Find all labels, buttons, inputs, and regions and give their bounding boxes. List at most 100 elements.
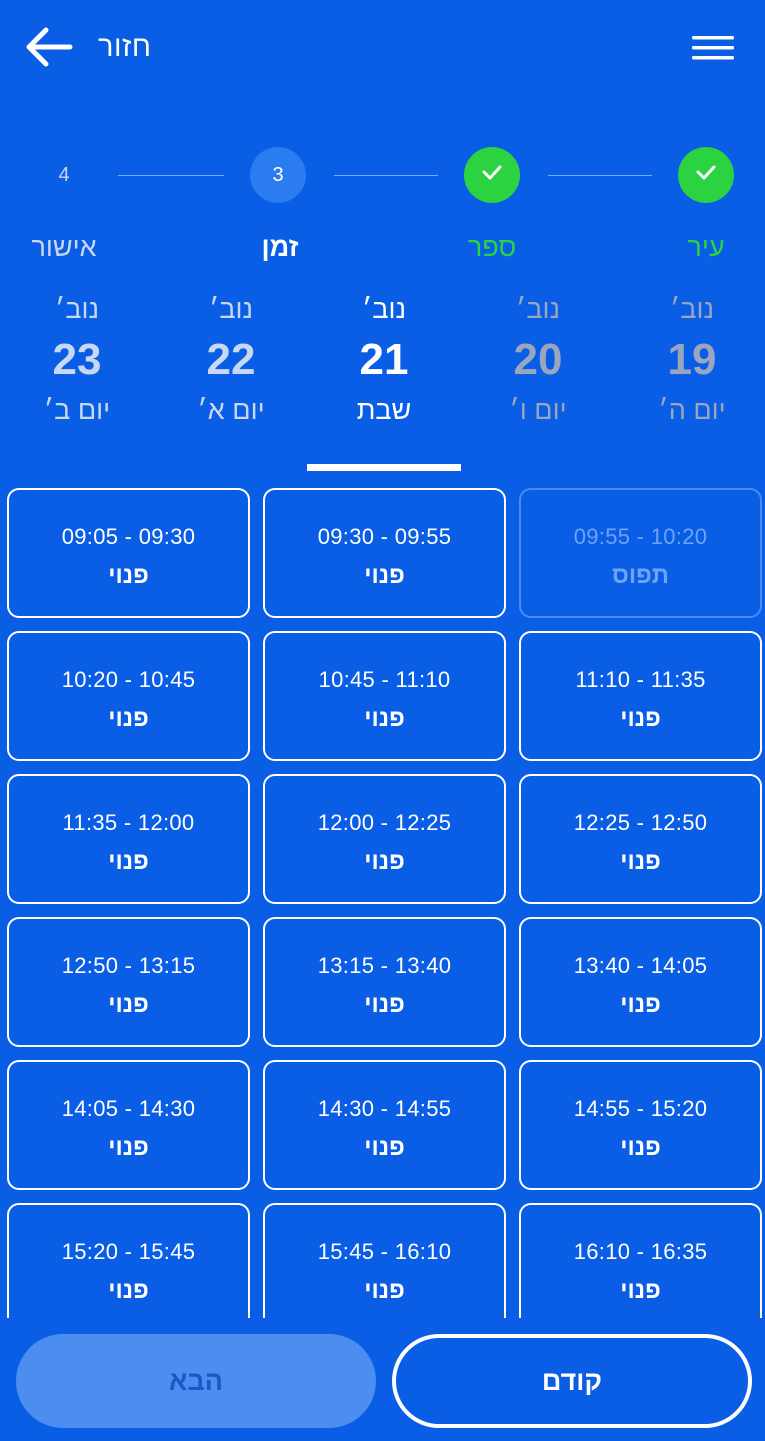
step-3-number: 3 — [272, 163, 284, 186]
step-label-confirm: אישור — [31, 232, 97, 262]
time-slot-range: 13:40 - 14:05 — [573, 953, 708, 978]
time-slot[interactable]: 12:25 - 12:50 פנוי — [519, 774, 762, 904]
step-4-number: 4 — [58, 163, 70, 186]
time-slot-range: 14:05 - 14:30 — [61, 1096, 196, 1121]
time-slot[interactable]: 14:55 - 15:20 פנוי — [519, 1060, 762, 1190]
selected-day-indicator — [307, 464, 461, 471]
step-connector — [548, 175, 652, 176]
time-slot[interactable]: 11:35 - 12:00 פנוי — [7, 774, 250, 904]
time-slot-range: 11:10 - 11:35 — [575, 667, 706, 692]
day-number: 19 — [667, 335, 717, 384]
previous-button[interactable]: קודם — [392, 1334, 752, 1428]
time-slot[interactable]: 10:45 - 11:10 פנוי — [263, 631, 506, 761]
day-name: שבת — [356, 395, 412, 425]
time-slot-grid[interactable]: 09:05 - 09:30 פנוי 09:30 - 09:55 פנוי 09:55 … — [0, 486, 765, 1318]
check-icon — [692, 158, 720, 192]
time-slot[interactable]: 14:05 - 14:30 פנוי — [7, 1060, 250, 1190]
time-slot-status: פנוי — [364, 562, 405, 589]
app-screen: חזור 4 3 אישור זמן ספר עיר נוב׳ 23 יום ב… — [0, 0, 765, 1441]
time-slot[interactable]: 11:10 - 11:35 פנוי — [519, 631, 762, 761]
day-month: נוב׳ — [669, 294, 715, 324]
back-button[interactable]: חזור — [22, 22, 152, 72]
day-tab-22[interactable]: נוב׳ 22 יום א׳ — [161, 290, 301, 470]
day-name: יום ה׳ — [658, 395, 726, 425]
time-slot-status: פנוי — [108, 1277, 149, 1304]
time-slot[interactable]: 09:05 - 09:30 פנוי — [7, 488, 250, 618]
time-slot-status: פנוי — [620, 705, 661, 732]
time-slot-status: פנוי — [108, 991, 149, 1018]
time-slot-status: פנוי — [364, 705, 405, 732]
time-slot-range: 09:55 - 10:20 — [573, 524, 708, 549]
time-slot-range: 12:00 - 12:25 — [317, 810, 452, 835]
time-slot[interactable]: 12:50 - 13:15 פנוי — [7, 917, 250, 1047]
time-slot-status: פנוי — [620, 848, 661, 875]
day-name: יום ו׳ — [509, 395, 567, 425]
time-slot[interactable]: 13:15 - 13:40 פנוי — [263, 917, 506, 1047]
day-number: 23 — [52, 335, 102, 384]
step-label-time: זמן — [261, 232, 299, 262]
time-slot[interactable]: 09:30 - 09:55 פנוי — [263, 488, 506, 618]
time-slot-range: 09:05 - 09:30 — [61, 524, 196, 549]
arrow-left-icon — [22, 22, 74, 72]
day-number: 22 — [206, 335, 256, 384]
time-slot[interactable]: 16:10 - 16:35 פנוי — [519, 1203, 762, 1318]
day-selector: נוב׳ 23 יום ב׳ נוב׳ 22 יום א׳ נוב׳ 21 שב… — [0, 290, 765, 480]
time-slot[interactable]: 13:40 - 14:05 פנוי — [519, 917, 762, 1047]
bottom-bar: הבא קודם — [0, 1318, 765, 1441]
step-label-city: עיר — [687, 232, 725, 262]
time-slot-status: פנוי — [364, 1277, 405, 1304]
time-slot-range: 14:55 - 15:20 — [573, 1096, 708, 1121]
time-slot[interactable]: 12:00 - 12:25 פנוי — [263, 774, 506, 904]
time-slot-status: תפוס — [612, 562, 669, 589]
hamburger-menu-button[interactable] — [688, 28, 738, 68]
day-month: נוב׳ — [208, 294, 254, 324]
progress-stepper: 4 3 אישור זמן ספר עיר — [0, 140, 765, 280]
step-label-barber: ספר — [467, 232, 517, 262]
day-tab-19: נוב׳ 19 יום ה׳ — [622, 290, 762, 470]
day-number: 21 — [359, 335, 409, 384]
time-slot-range: 11:35 - 12:00 — [62, 810, 195, 835]
time-slot: 09:55 - 10:20 תפוס — [519, 488, 762, 618]
next-button-label: הבא — [169, 1365, 223, 1396]
time-slot-range: 10:45 - 11:10 — [318, 667, 451, 692]
time-slot[interactable]: 15:45 - 16:10 פנוי — [263, 1203, 506, 1318]
time-slot-range: 10:20 - 10:45 — [61, 667, 196, 692]
day-tab-21[interactable]: נוב׳ 21 שבת — [314, 290, 454, 470]
time-slot[interactable]: 10:20 - 10:45 פנוי — [7, 631, 250, 761]
time-slot[interactable]: 15:20 - 15:45 פנוי — [7, 1203, 250, 1318]
time-slot-range: 16:10 - 16:35 — [573, 1239, 708, 1264]
step-1-circle — [678, 147, 734, 203]
time-slot-range: 14:30 - 14:55 — [317, 1096, 452, 1121]
time-slot[interactable]: 14:30 - 14:55 פנוי — [263, 1060, 506, 1190]
day-month: נוב׳ — [54, 294, 100, 324]
next-button[interactable]: הבא — [16, 1334, 376, 1428]
hamburger-menu-icon — [688, 36, 738, 72]
day-name: יום א׳ — [197, 395, 265, 425]
time-slot-status: פנוי — [108, 848, 149, 875]
previous-button-label: קודם — [541, 1365, 603, 1396]
time-slot-status: פנוי — [108, 562, 149, 589]
time-slot-status: פנוי — [364, 848, 405, 875]
time-slot-status: פנוי — [108, 1134, 149, 1161]
time-slot-range: 15:20 - 15:45 — [61, 1239, 196, 1264]
time-slot-range: 12:25 - 12:50 — [573, 810, 708, 835]
day-number: 20 — [513, 335, 563, 384]
time-slot-status: פנוי — [620, 991, 661, 1018]
step-3-circle: 3 — [250, 147, 306, 203]
time-slot-status: פנוי — [620, 1277, 661, 1304]
time-slot-status: פנוי — [364, 1134, 405, 1161]
day-month: נוב׳ — [515, 294, 561, 324]
check-icon — [478, 158, 506, 192]
step-connector — [118, 175, 224, 176]
day-tab-23[interactable]: נוב׳ 23 יום ב׳ — [7, 290, 147, 470]
time-slot-range: 12:50 - 13:15 — [61, 953, 196, 978]
day-month: נוב׳ — [361, 294, 407, 324]
step-connector — [334, 175, 438, 176]
time-slot-range: 15:45 - 16:10 — [317, 1239, 452, 1264]
step-2-circle — [464, 147, 520, 203]
time-slot-range: 09:30 - 09:55 — [317, 524, 452, 549]
step-4-circle: 4 — [36, 147, 92, 203]
back-label: חזור — [98, 30, 152, 63]
day-name: יום ב׳ — [43, 395, 111, 425]
time-slot-status: פנוי — [108, 705, 149, 732]
